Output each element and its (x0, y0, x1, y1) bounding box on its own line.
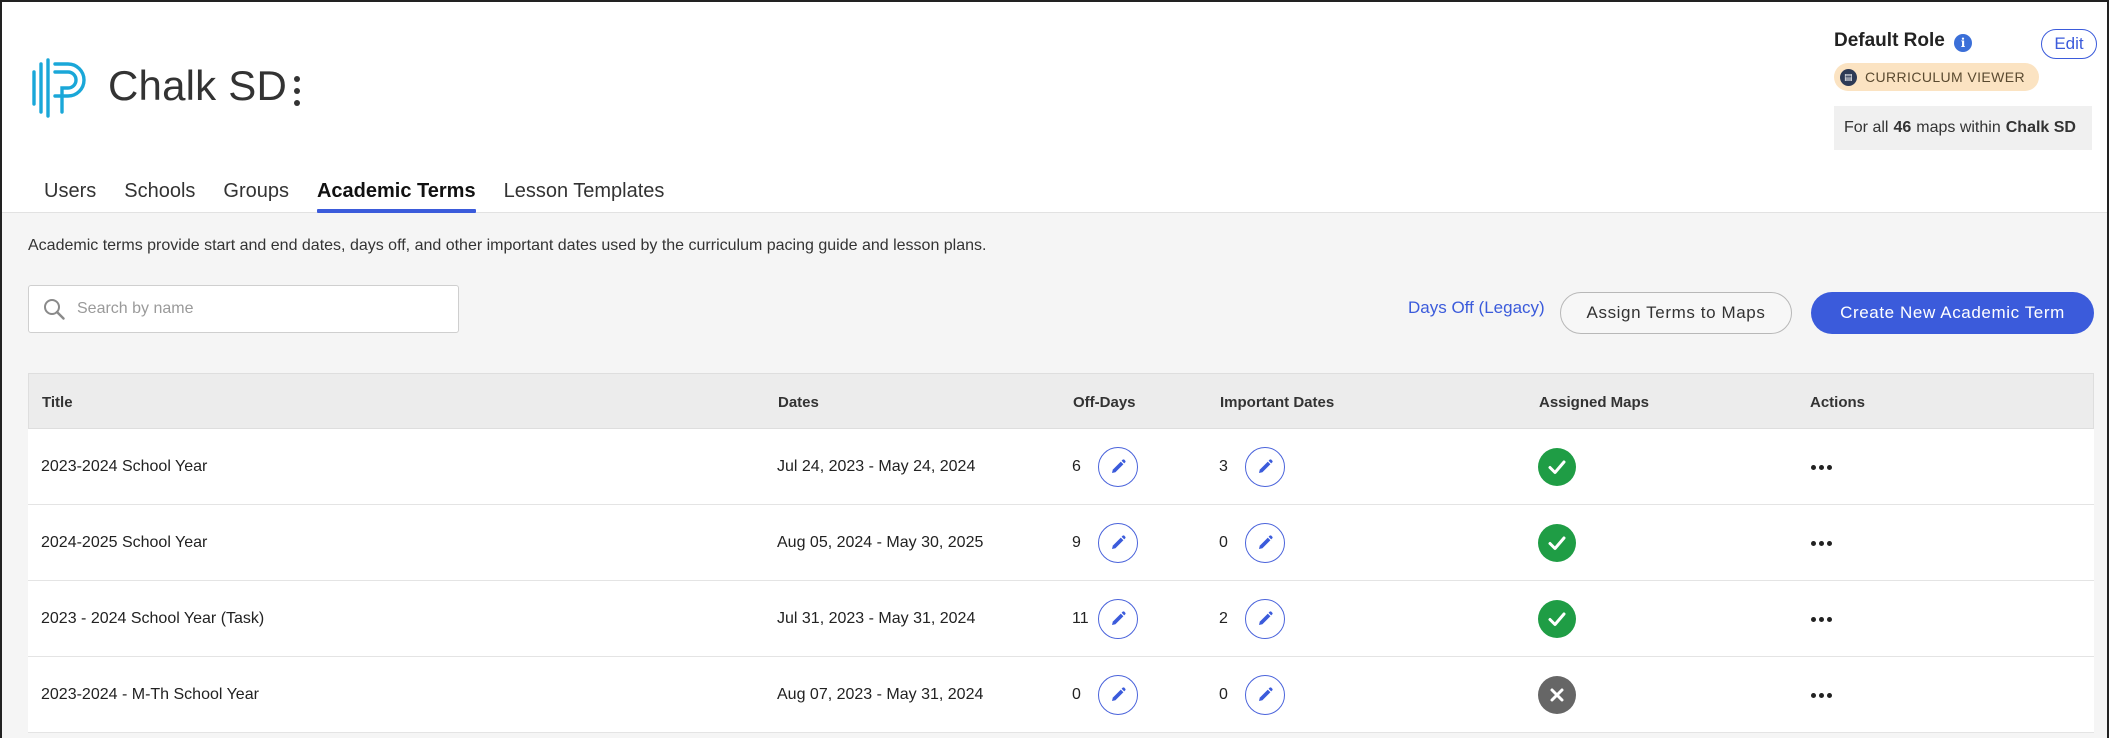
term-dates: Jul 24, 2023 - May 24, 2024 (777, 458, 976, 475)
header-title[interactable]: Title (42, 374, 73, 430)
default-role-title: Default Role (1834, 30, 1945, 51)
search-input[interactable] (77, 300, 447, 318)
pencil-icon (1112, 535, 1126, 549)
off-days-cell: 6 (1072, 429, 1138, 505)
maps-prefix: For all (1844, 119, 1889, 136)
row-actions-cell (1809, 429, 1834, 505)
term-dates: Jul 31, 2023 - May 31, 2024 (777, 610, 976, 627)
off-days-cell: 11 (1072, 581, 1138, 657)
edit-important-dates-button[interactable] (1245, 599, 1285, 639)
header-assigned-maps[interactable]: Assigned Maps (1539, 374, 1649, 430)
off-days-count: 11 (1072, 610, 1089, 627)
assigned-maps-cell (1538, 429, 1576, 505)
edit-off-days-button[interactable] (1098, 523, 1138, 563)
important-dates-count: 2 (1219, 610, 1228, 627)
tab-schools[interactable]: Schools (124, 172, 195, 212)
role-badge-label: CURRICULUM VIEWER (1865, 69, 2026, 85)
academic-terms-table: Title Dates Off-Days Important Dates Ass… (28, 373, 2094, 733)
info-icon[interactable]: i (1954, 34, 1972, 52)
edit-important-dates-button[interactable] (1245, 675, 1285, 715)
important-dates-cell: 0 (1219, 657, 1285, 733)
check-circle-icon (1538, 524, 1576, 562)
more-horizontal-icon[interactable] (1809, 459, 1834, 476)
term-title: 2023-2024 School Year (41, 458, 208, 475)
org-menu-icon[interactable] (292, 76, 302, 106)
table-row[interactable]: 2023-2024 - M-Th School Year Aug 07, 202… (28, 657, 2094, 733)
important-dates-cell: 3 (1219, 429, 1285, 505)
off-days-cell: 9 (1072, 505, 1138, 581)
create-term-button[interactable]: Create New Academic Term (1811, 292, 2094, 334)
maps-count: 46 (1893, 119, 1912, 136)
assign-terms-button[interactable]: Assign Terms to Maps (1560, 292, 1792, 334)
days-off-legacy-link[interactable]: Days Off (Legacy) (1408, 298, 1545, 318)
important-dates-count: 0 (1219, 534, 1228, 551)
pencil-icon (1112, 459, 1126, 473)
edit-important-dates-button[interactable] (1245, 447, 1285, 487)
more-horizontal-icon[interactable] (1809, 611, 1834, 628)
edit-important-dates-button[interactable] (1245, 523, 1285, 563)
row-actions-cell (1809, 657, 1834, 733)
tab-users[interactable]: Users (44, 172, 96, 212)
role-badge-icon: ▤ (1840, 68, 1857, 86)
table-row[interactable]: 2023 - 2024 School Year (Task) Jul 31, 2… (28, 581, 2094, 657)
pencil-icon (1259, 611, 1273, 625)
pencil-icon (1259, 535, 1273, 549)
edit-off-days-button[interactable] (1098, 599, 1138, 639)
edit-off-days-button[interactable] (1098, 447, 1138, 487)
header-actions: Actions (1810, 393, 1866, 411)
assigned-maps-cell (1538, 505, 1576, 581)
search-icon (44, 299, 65, 320)
edit-off-days-button[interactable] (1098, 675, 1138, 715)
pencil-icon (1112, 611, 1126, 625)
off-days-cell: 0 (1072, 657, 1138, 733)
header-important-dates[interactable]: Important Dates (1220, 374, 1334, 430)
important-dates-count: 3 (1219, 458, 1228, 475)
x-circle-icon (1538, 676, 1576, 714)
table-row[interactable]: 2024-2025 School Year Aug 05, 2024 - May… (28, 505, 2094, 581)
table-row[interactable]: 2023-2024 School Year Jul 24, 2023 - May… (28, 429, 2094, 505)
term-title: 2023 - 2024 School Year (Task) (41, 610, 265, 627)
term-dates: Aug 05, 2024 - May 30, 2025 (777, 534, 984, 551)
header-off-days[interactable]: Off-Days (1073, 374, 1136, 430)
term-dates: Aug 07, 2023 - May 31, 2024 (777, 686, 984, 703)
role-badge: ▤ CURRICULUM VIEWER (1834, 63, 2040, 91)
off-days-count: 9 (1072, 534, 1081, 551)
table-header: Title Dates Off-Days Important Dates Ass… (28, 373, 2094, 429)
pencil-icon (1112, 687, 1126, 701)
org-name: Chalk SD (108, 62, 287, 109)
tab-groups[interactable]: Groups (223, 172, 289, 212)
check-circle-icon (1538, 448, 1576, 486)
row-actions-cell (1809, 505, 1834, 581)
search-box (28, 285, 459, 333)
off-days-count: 0 (1072, 686, 1081, 703)
assigned-maps-cell (1538, 657, 1576, 733)
tab-academic-terms[interactable]: Academic Terms (316, 172, 476, 213)
maps-org: Chalk SD (2005, 119, 2076, 136)
pencil-icon (1259, 687, 1273, 701)
more-horizontal-icon[interactable] (1809, 687, 1834, 704)
header-dates[interactable]: Dates (778, 374, 819, 430)
tab-lesson-templates[interactable]: Lesson Templates (504, 172, 665, 212)
tab-bar: Users Schools Groups Academic Terms Less… (44, 172, 692, 213)
chalk-logo-icon (32, 58, 86, 118)
page-description: Academic terms provide start and end dat… (28, 237, 987, 254)
term-title: 2023-2024 - M-Th School Year (41, 686, 259, 703)
term-title: 2024-2025 School Year (41, 534, 208, 551)
maps-middle: maps within (1916, 119, 2001, 136)
page-header: Chalk SD Users Schools Groups Academic T… (2, 2, 2107, 213)
pencil-icon (1259, 459, 1273, 473)
important-dates-cell: 0 (1219, 505, 1285, 581)
more-horizontal-icon[interactable] (1809, 535, 1834, 552)
assigned-maps-cell (1538, 581, 1576, 657)
maps-scope-info: For all 46 maps within Chalk SD (1834, 106, 2092, 150)
important-dates-count: 0 (1219, 686, 1228, 703)
important-dates-cell: 2 (1219, 581, 1285, 657)
row-actions-cell (1809, 581, 1834, 657)
check-circle-icon (1538, 600, 1576, 638)
edit-role-button[interactable]: Edit (2041, 29, 2097, 59)
off-days-count: 6 (1072, 458, 1081, 475)
